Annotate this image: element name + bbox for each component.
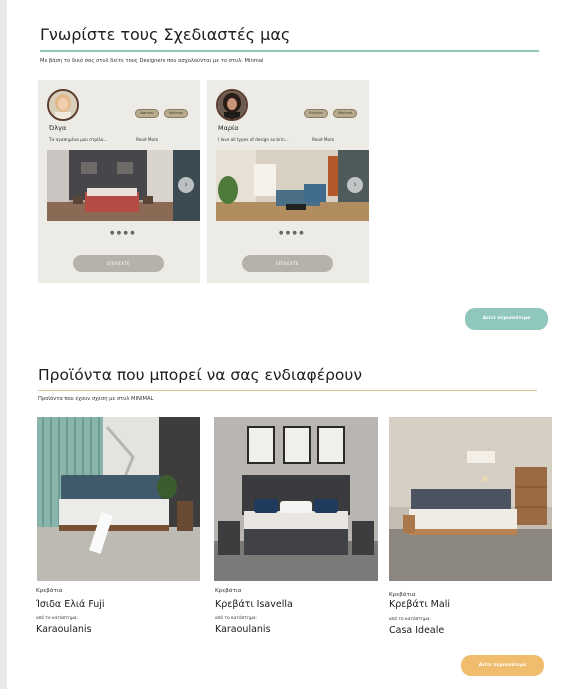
- carousel-next-icon[interactable]: ›: [178, 177, 194, 193]
- designer-bio: I love all types of design so brin...: [218, 137, 289, 142]
- product-shop-label: από το κατάστημα:: [215, 616, 257, 621]
- product-name[interactable]: Κρεβάτι Mali: [389, 599, 450, 610]
- product-image[interactable]: [37, 417, 200, 581]
- carousel-dots[interactable]: ● ● ● ●: [110, 230, 135, 236]
- style-tag[interactable]: Minimal: [164, 109, 188, 118]
- product-category: Κρεβάτια: [36, 588, 63, 594]
- read-more-link[interactable]: Read More: [312, 137, 334, 142]
- products-title-divider: [38, 390, 537, 391]
- designer-avatar: [216, 89, 248, 121]
- designers-see-more-button[interactable]: Δείτε περισσότερα: [465, 308, 548, 330]
- select-designer-button[interactable]: ΕΠΙΛΕΧΤΕ: [242, 255, 333, 272]
- product-shop-label: από το κατάστημα:: [389, 617, 431, 622]
- product-shop-name[interactable]: Karaoulanis: [36, 624, 92, 635]
- product-shop-name[interactable]: Casa Ideale: [389, 625, 444, 636]
- product-name[interactable]: Κρεβάτι Isavella: [215, 599, 293, 610]
- product-category: Κρεβάτια: [215, 588, 242, 594]
- designer-name: Μαρία: [218, 124, 239, 132]
- carousel-next-icon[interactable]: ›: [347, 177, 363, 193]
- designers-title-divider: [40, 50, 539, 52]
- products-see-more-button[interactable]: Δείτε περισσότερα: [461, 655, 544, 676]
- style-tag[interactable]: Minimal: [333, 109, 357, 118]
- select-designer-button[interactable]: ΕΠΙΛΕΧΤΕ: [73, 255, 164, 272]
- style-tag[interactable]: Eclectic: [304, 109, 328, 118]
- style-tag[interactable]: Natural: [135, 109, 159, 118]
- designer-project-photo: ›: [47, 150, 200, 221]
- designers-section-title: Γνωρίστε τους Σχεδιαστές μας: [40, 25, 291, 44]
- product-category: Κρεβάτια: [389, 592, 416, 598]
- designers-section-subtitle: Με βάση το δικό σας στυλ δείτε τους Desi…: [40, 58, 264, 64]
- page: Γνωρίστε τους Σχεδιαστές μας Με βάση το …: [7, 0, 578, 689]
- designer-name: Όλγα: [49, 124, 67, 132]
- product-name[interactable]: Ίσιδα Ελιά Fuji: [36, 599, 105, 610]
- product-shop-label: από το κατάστημα:: [36, 616, 78, 621]
- product-shop-name[interactable]: Karaoulanis: [215, 624, 271, 635]
- product-image[interactable]: [389, 417, 552, 581]
- designer-card[interactable]: Natural Minimal Όλγα Τα αγαπημένα μου στ…: [38, 80, 200, 283]
- carousel-dots[interactable]: ● ● ● ●: [279, 230, 304, 236]
- designer-project-photo: ›: [216, 150, 369, 221]
- products-section-subtitle: Προϊόντα που έχουν σχέση με στυλ MINIMAL: [38, 396, 154, 402]
- designer-card[interactable]: Eclectic Minimal Μαρία I love all types …: [207, 80, 369, 283]
- products-section-title: Προϊόντα που μπορεί να σας ενδιαφέρουν: [38, 366, 363, 384]
- designer-bio: Τα αγαπημένα μου στρίλο...: [49, 137, 108, 142]
- product-image[interactable]: [214, 417, 378, 581]
- designer-avatar: [47, 89, 79, 121]
- read-more-link[interactable]: Read More: [136, 137, 158, 142]
